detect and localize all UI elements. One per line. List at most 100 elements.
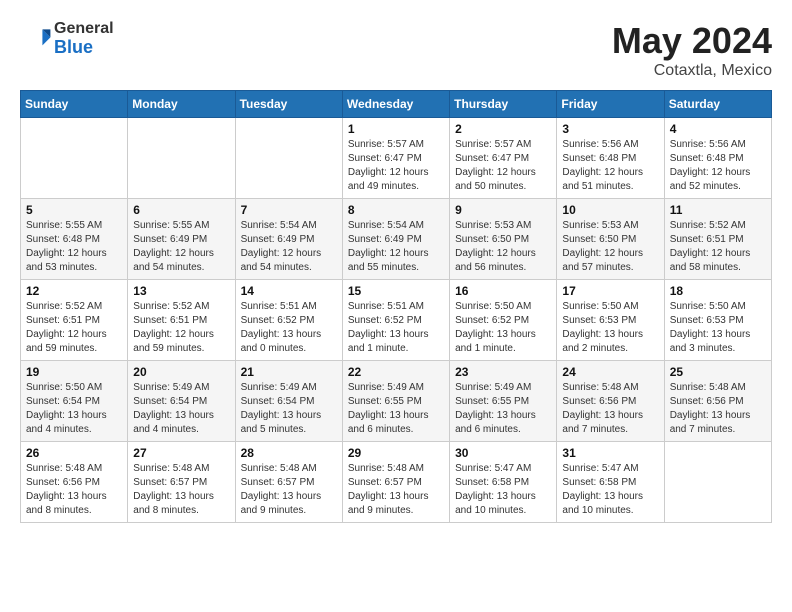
calendar-cell: 24 Sunrise: 5:48 AM Sunset: 6:56 PM Dayli… [557,361,664,442]
day-number: 28 [241,446,337,460]
calendar-cell: 27Sunrise: 5:48 AM Sunset: 6:57 PM Dayli… [128,442,235,523]
calendar-cell: 21Sunrise: 5:49 AM Sunset: 6:54 PM Dayli… [235,361,342,442]
logo-general: General [54,20,114,38]
day-number: 10 [562,203,658,217]
day-info: Sunrise: 5:57 AM Sunset: 6:47 PM Dayligh… [455,138,551,194]
day-number: 6 [133,203,229,217]
day-info: Sunrise: 5:47 AM Sunset: 6:58 PM Dayligh… [455,462,551,518]
calendar-week-row: 5 Sunrise: 5:55 AM Sunset: 6:48 PM Daylig… [21,199,772,280]
day-number: 11 [670,203,766,217]
calendar-location: Cotaxtla, Mexico [612,62,772,80]
logo-text: General Blue [54,20,114,57]
day-number: 1 [348,122,444,136]
logo-icon [20,23,52,55]
calendar-cell: 14Sunrise: 5:51 AM Sunset: 6:52 PM Dayli… [235,280,342,361]
calendar-cell: 6 Sunrise: 5:55 AM Sunset: 6:49 PM Daylig… [128,199,235,280]
calendar-cell: 30 Sunrise: 5:47 AM Sunset: 6:58 PM Dayli… [450,442,557,523]
day-number: 30 [455,446,551,460]
day-number: 31 [562,446,658,460]
calendar-cell [21,118,128,199]
weekday-header-row: SundayMondayTuesdayWednesdayThursdayFrid… [21,91,772,118]
calendar-cell: 28Sunrise: 5:48 AM Sunset: 6:57 PM Dayli… [235,442,342,523]
calendar-table: SundayMondayTuesdayWednesdayThursdayFrid… [20,90,772,523]
day-info: Sunrise: 5:50 AM Sunset: 6:53 PM Dayligh… [670,300,766,356]
calendar-cell: 31 Sunrise: 5:47 AM Sunset: 6:58 PM Dayli… [557,442,664,523]
day-info: Sunrise: 5:48 AM Sunset: 6:56 PM Dayligh… [562,381,658,437]
day-number: 9 [455,203,551,217]
calendar-title: May 2024 [612,20,772,62]
day-number: 13 [133,284,229,298]
day-number: 25 [670,365,766,379]
logo-blue: Blue [54,38,114,58]
day-number: 16 [455,284,551,298]
calendar-cell: 7 Sunrise: 5:54 AM Sunset: 6:49 PM Daylig… [235,199,342,280]
day-info: Sunrise: 5:52 AM Sunset: 6:51 PM Dayligh… [26,300,122,356]
day-number: 8 [348,203,444,217]
day-number: 15 [348,284,444,298]
title-block: May 2024 Cotaxtla, Mexico [612,20,772,80]
day-info: Sunrise: 5:53 AM Sunset: 6:50 PM Dayligh… [562,219,658,275]
day-info: Sunrise: 5:47 AM Sunset: 6:58 PM Dayligh… [562,462,658,518]
calendar-cell: 2 Sunrise: 5:57 AM Sunset: 6:47 PM Daylig… [450,118,557,199]
day-number: 24 [562,365,658,379]
day-number: 12 [26,284,122,298]
day-info: Sunrise: 5:48 AM Sunset: 6:57 PM Dayligh… [348,462,444,518]
day-number: 2 [455,122,551,136]
day-info: Sunrise: 5:51 AM Sunset: 6:52 PM Dayligh… [348,300,444,356]
calendar-cell: 25 Sunrise: 5:48 AM Sunset: 6:56 PM Dayli… [664,361,771,442]
calendar-cell: 13 Sunrise: 5:52 AM Sunset: 6:51 PM Dayli… [128,280,235,361]
calendar-cell: 10 Sunrise: 5:53 AM Sunset: 6:50 PM Dayli… [557,199,664,280]
day-number: 20 [133,365,229,379]
calendar-cell: 17 Sunrise: 5:50 AM Sunset: 6:53 PM Dayli… [557,280,664,361]
calendar-cell: 15 Sunrise: 5:51 AM Sunset: 6:52 PM Dayli… [342,280,449,361]
day-number: 26 [26,446,122,460]
weekday-header: Monday [128,91,235,118]
calendar-week-row: 1 Sunrise: 5:57 AM Sunset: 6:47 PM Daylig… [21,118,772,199]
calendar-cell: 16Sunrise: 5:50 AM Sunset: 6:52 PM Dayli… [450,280,557,361]
calendar-cell: 26Sunrise: 5:48 AM Sunset: 6:56 PM Dayli… [21,442,128,523]
weekday-header: Sunday [21,91,128,118]
weekday-header: Saturday [664,91,771,118]
calendar-cell: 29 Sunrise: 5:48 AM Sunset: 6:57 PM Dayli… [342,442,449,523]
calendar-cell: 20 Sunrise: 5:49 AM Sunset: 6:54 PM Dayli… [128,361,235,442]
day-number: 5 [26,203,122,217]
day-number: 7 [241,203,337,217]
calendar-cell: 4Sunrise: 5:56 AM Sunset: 6:48 PM Daylig… [664,118,771,199]
day-info: Sunrise: 5:57 AM Sunset: 6:47 PM Dayligh… [348,138,444,194]
weekday-header: Wednesday [342,91,449,118]
calendar-cell: 5 Sunrise: 5:55 AM Sunset: 6:48 PM Daylig… [21,199,128,280]
calendar-week-row: 19Sunrise: 5:50 AM Sunset: 6:54 PM Dayli… [21,361,772,442]
logo: General Blue [20,20,114,57]
day-info: Sunrise: 5:54 AM Sunset: 6:49 PM Dayligh… [241,219,337,275]
weekday-header: Friday [557,91,664,118]
calendar-cell [128,118,235,199]
calendar-cell: 22Sunrise: 5:49 AM Sunset: 6:55 PM Dayli… [342,361,449,442]
calendar-cell: 18Sunrise: 5:50 AM Sunset: 6:53 PM Dayli… [664,280,771,361]
day-info: Sunrise: 5:55 AM Sunset: 6:49 PM Dayligh… [133,219,229,275]
day-number: 4 [670,122,766,136]
day-info: Sunrise: 5:56 AM Sunset: 6:48 PM Dayligh… [562,138,658,194]
day-info: Sunrise: 5:49 AM Sunset: 6:54 PM Dayligh… [241,381,337,437]
calendar-cell [235,118,342,199]
day-info: Sunrise: 5:50 AM Sunset: 6:54 PM Dayligh… [26,381,122,437]
calendar-week-row: 12 Sunrise: 5:52 AM Sunset: 6:51 PM Dayli… [21,280,772,361]
weekday-header: Tuesday [235,91,342,118]
calendar-cell: 8 Sunrise: 5:54 AM Sunset: 6:49 PM Daylig… [342,199,449,280]
day-info: Sunrise: 5:55 AM Sunset: 6:48 PM Dayligh… [26,219,122,275]
calendar-cell: 9Sunrise: 5:53 AM Sunset: 6:50 PM Daylig… [450,199,557,280]
day-number: 17 [562,284,658,298]
day-info: Sunrise: 5:50 AM Sunset: 6:53 PM Dayligh… [562,300,658,356]
calendar-week-row: 26Sunrise: 5:48 AM Sunset: 6:56 PM Dayli… [21,442,772,523]
day-info: Sunrise: 5:49 AM Sunset: 6:54 PM Dayligh… [133,381,229,437]
day-info: Sunrise: 5:52 AM Sunset: 6:51 PM Dayligh… [670,219,766,275]
calendar-cell: 23Sunrise: 5:49 AM Sunset: 6:55 PM Dayli… [450,361,557,442]
day-info: Sunrise: 5:54 AM Sunset: 6:49 PM Dayligh… [348,219,444,275]
weekday-header: Thursday [450,91,557,118]
calendar-cell: 19Sunrise: 5:50 AM Sunset: 6:54 PM Dayli… [21,361,128,442]
day-info: Sunrise: 5:52 AM Sunset: 6:51 PM Dayligh… [133,300,229,356]
day-number: 3 [562,122,658,136]
day-number: 29 [348,446,444,460]
day-info: Sunrise: 5:48 AM Sunset: 6:56 PM Dayligh… [670,381,766,437]
page-header: General Blue May 2024 Cotaxtla, Mexico [20,20,772,80]
calendar-cell: 3 Sunrise: 5:56 AM Sunset: 6:48 PM Daylig… [557,118,664,199]
